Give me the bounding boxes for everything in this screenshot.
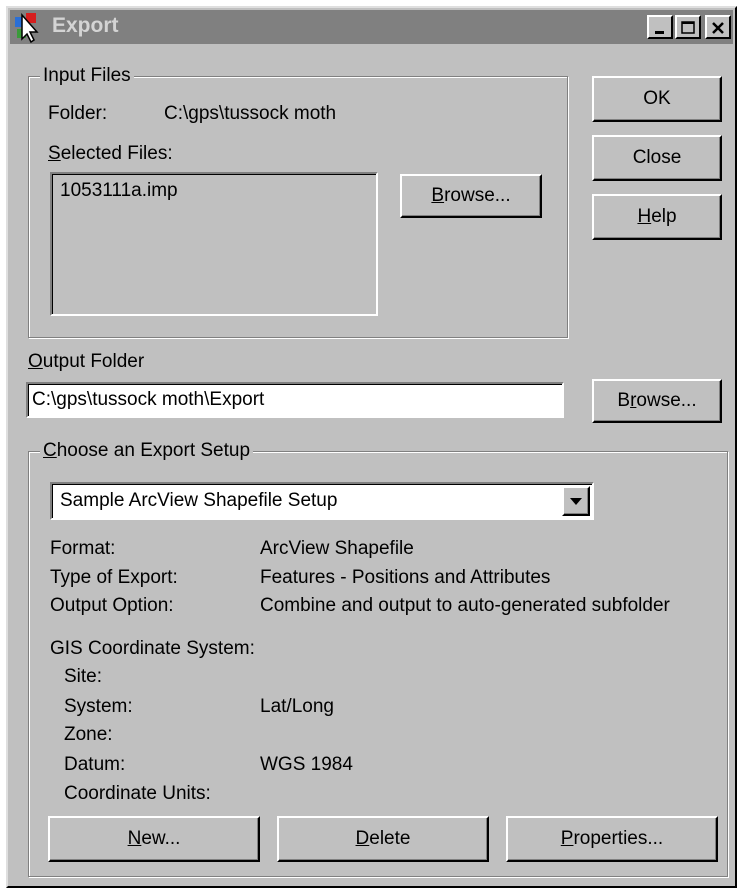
help-button[interactable]: Help — [592, 194, 722, 240]
minimize-icon — [655, 31, 664, 34]
chevron-down-icon — [570, 498, 582, 505]
output-browse-button[interactable]: Br owse... — [592, 379, 722, 423]
datum-label: Datum: — [64, 754, 126, 775]
type-of-export-value: Features - Positions and Attributes — [260, 567, 551, 588]
maximize-icon — [681, 21, 695, 34]
export-setup-group-label: Choose an Export Setup — [40, 440, 254, 462]
ok-button[interactable]: OK — [592, 76, 722, 122]
system-label: System: — [64, 696, 133, 717]
minimize-button[interactable] — [647, 15, 673, 39]
close-window-button[interactable] — [705, 15, 731, 39]
export-dialog: Export Input Files Folder: C:\gps\tussoc… — [6, 6, 737, 888]
selected-files-label: Selected Files: — [48, 143, 173, 164]
properties-button[interactable]: Properties... — [506, 816, 718, 862]
input-files-group-label: Input Files — [40, 65, 134, 87]
site-label: Site: — [64, 666, 103, 687]
datum-value: WGS 1984 — [260, 754, 353, 775]
type-of-export-label: Type of Export: — [50, 567, 178, 588]
gis-heading: GIS Coordinate System: — [50, 638, 255, 659]
export-setup-selected: Sample ArcView Shapefile Setup — [60, 490, 338, 511]
output-folder-label: Output Folder — [28, 351, 145, 372]
dropdown-button[interactable] — [562, 486, 590, 516]
delete-setup-button[interactable]: Delete — [277, 816, 489, 862]
format-value: ArcView Shapefile — [260, 538, 414, 559]
window-title: Export — [52, 14, 119, 37]
system-value: Lat/Long — [260, 696, 334, 717]
folder-value: C:\gps\tussock moth — [164, 103, 337, 124]
title-bar[interactable]: Export — [10, 10, 733, 44]
output-folder-value: C:\gps\tussock moth\Export — [32, 389, 265, 410]
selected-files-list[interactable]: 1053111a.imp — [50, 172, 378, 316]
output-option-value: Combine and output to auto-generated sub… — [260, 595, 670, 616]
coordinate-units-label: Coordinate Units: — [64, 783, 211, 804]
folder-label: Folder: — [48, 103, 108, 124]
close-button[interactable]: Close — [592, 135, 722, 181]
format-label: Format: — [50, 538, 116, 559]
output-folder-input[interactable]: C:\gps\tussock moth\Export — [26, 382, 564, 418]
maximize-button[interactable] — [675, 15, 701, 39]
app-icon — [15, 13, 39, 43]
export-setup-select[interactable]: Sample ArcView Shapefile Setup — [50, 482, 594, 520]
list-item[interactable]: 1053111a.imp — [52, 174, 376, 208]
new-setup-button[interactable]: New... — [48, 816, 260, 862]
output-option-label: Output Option: — [50, 595, 174, 616]
close-icon — [712, 22, 724, 34]
zone-label: Zone: — [64, 724, 113, 745]
input-browse-button[interactable]: Browse... — [400, 174, 542, 218]
